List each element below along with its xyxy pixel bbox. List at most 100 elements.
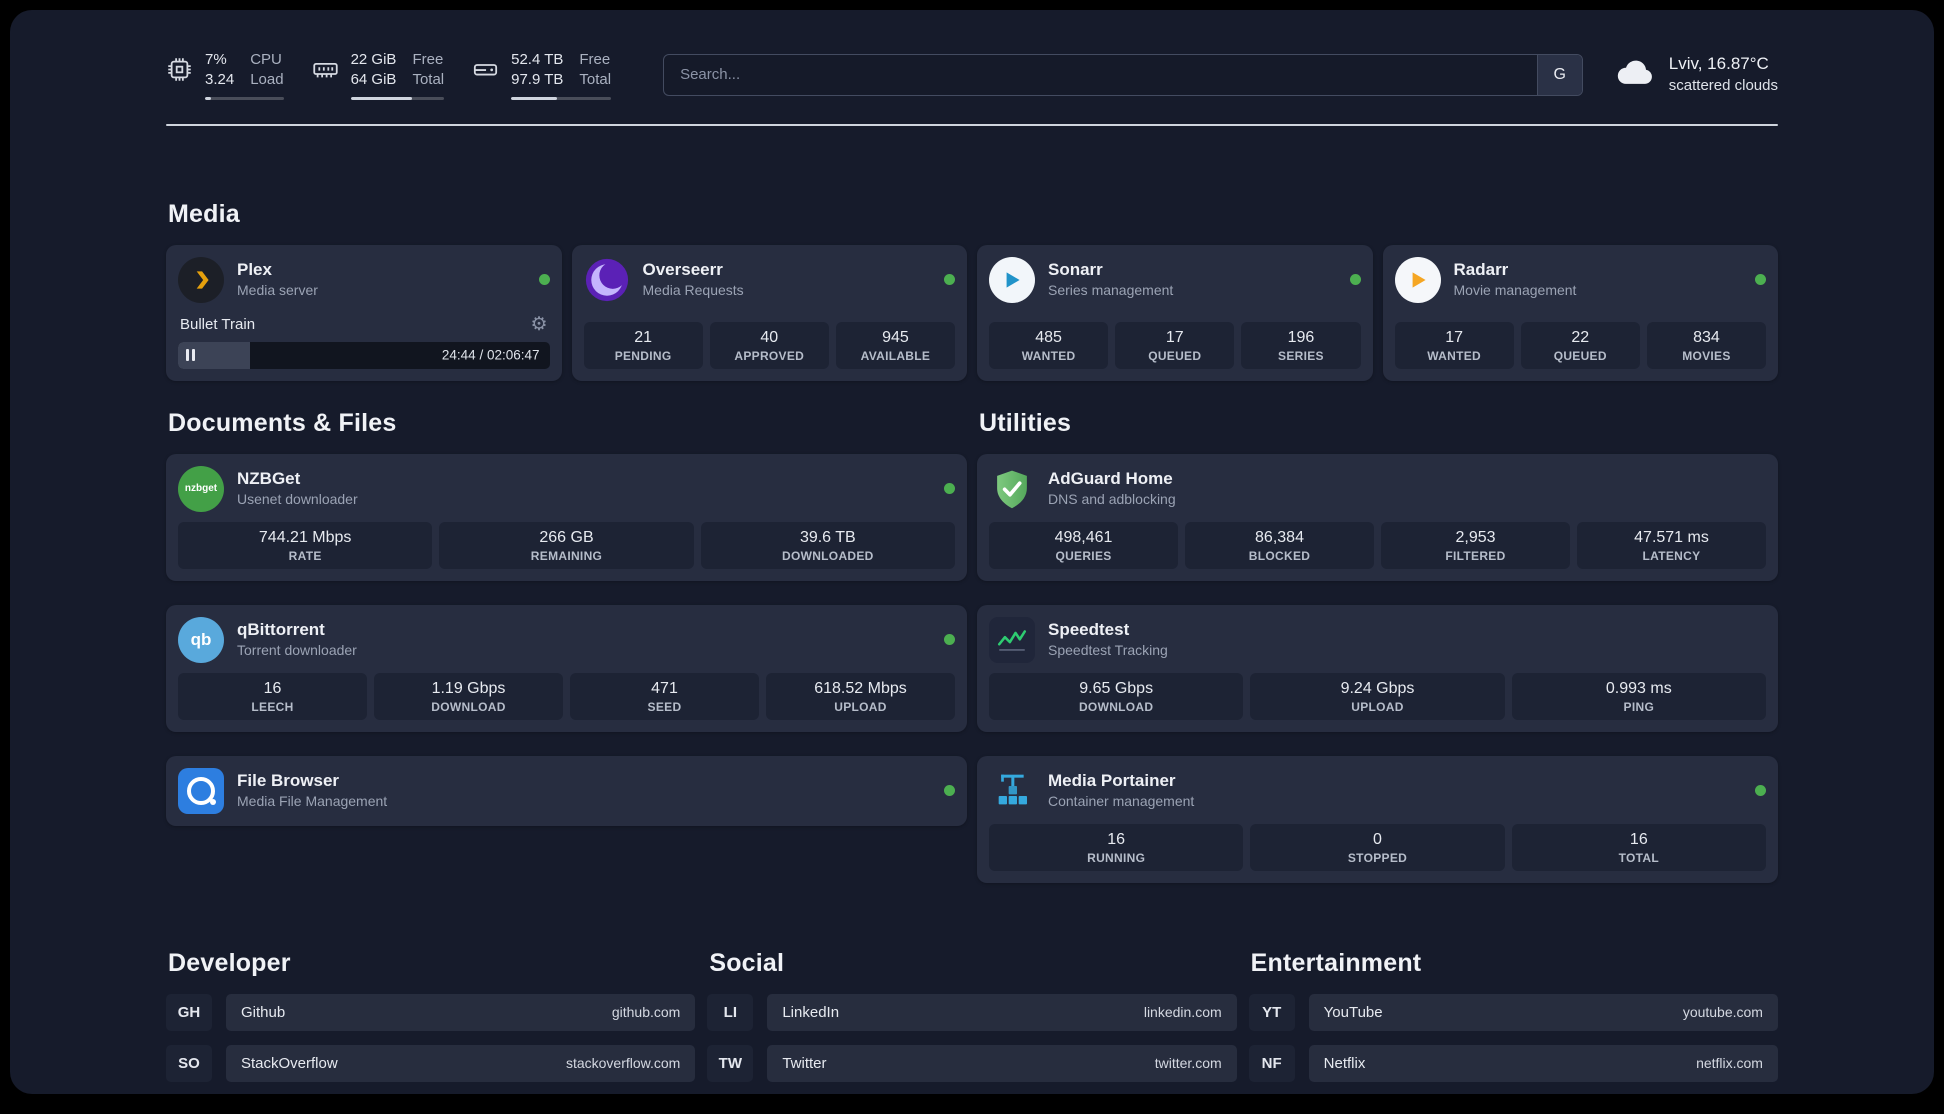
stat-tile: 39.6 TB DOWNLOADED: [700, 521, 955, 569]
filebrowser-icon: [178, 767, 224, 814]
overseerr-icon: [584, 257, 630, 303]
link-stackoverflow[interactable]: StackOverflow stackoverflow.com: [226, 1044, 696, 1082]
app-name: Media Portainer: [1048, 771, 1176, 791]
link-abbr[interactable]: LI: [707, 993, 754, 1031]
cpu-percent: 7%: [205, 51, 227, 68]
cpu-widget: 7% 3.24 CPU Load: [166, 50, 284, 100]
app-card-speedtest[interactable]: Speedtest Speedtest Tracking 9.65 Gbps DO…: [977, 604, 1778, 732]
hard-drive-icon: [472, 56, 499, 83]
stat-tile: 40 APPROVED: [709, 321, 829, 369]
app-desc: Container management: [1048, 793, 1195, 810]
app-desc: Usenet downloader: [237, 491, 358, 508]
search-input[interactable]: [664, 54, 1537, 95]
speedtest-graph-icon: [989, 616, 1035, 663]
link-row-twitter: TW Twitter twitter.com: [707, 1044, 1237, 1082]
section-title-entertainment: Entertainment: [1250, 948, 1422, 977]
plex-icon: [178, 256, 224, 303]
disk-total-value: 97.9 TB: [511, 71, 564, 89]
playback-progress-bar[interactable]: 24:44 / 02:06:47: [178, 341, 550, 369]
app-card-filebrowser[interactable]: File Browser Media File Management: [166, 755, 967, 826]
link-abbr[interactable]: SO: [166, 1044, 212, 1082]
pause-button[interactable]: [186, 349, 195, 361]
section-social: Social LI LinkedIn linkedin.com TW Twitt…: [707, 948, 1237, 1095]
stat-tile: 196 SERIES: [1241, 321, 1361, 369]
app-desc: Media File Management: [237, 793, 388, 810]
stat-tile: 86,384 BLOCKED: [1185, 521, 1374, 569]
app-name: NZBGet: [237, 469, 301, 489]
stat-tile: 16 LEECH: [178, 672, 367, 720]
search-engine-button[interactable]: G: [1536, 54, 1582, 95]
stat-tile: 16 TOTAL: [1511, 823, 1766, 871]
stat-tile: 21 PENDING: [583, 321, 703, 369]
header-divider: [166, 123, 1778, 126]
section-documents: Documents & Files nzbget NZBGet Usenet d…: [166, 409, 967, 883]
gear-icon[interactable]: ⚙: [530, 315, 547, 334]
weather-condition: scattered clouds: [1668, 77, 1778, 95]
section-utilities: Utilities AdGuard Home DNS and adblockin…: [977, 409, 1778, 883]
link-row-youtube: YT YouTube youtube.com: [1248, 993, 1778, 1031]
app-card-qbittorrent[interactable]: qb qBittorrent Torrent downloader 16 LEEC…: [166, 604, 967, 732]
link-row-netflix: NF Netflix netflix.com: [1248, 1044, 1778, 1082]
app-name: Overseerr: [642, 260, 723, 280]
app-card-radarr[interactable]: Radarr Movie management 17 WANTED 22 QUEUE…: [1382, 244, 1778, 381]
link-row-stackoverflow: SO StackOverflow stackoverflow.com: [166, 1044, 696, 1082]
link-abbr[interactable]: TW: [707, 1044, 754, 1082]
app-name: Speedtest: [1048, 620, 1130, 640]
app-card-nzbget[interactable]: nzbget NZBGet Usenet downloader 744.21 M…: [166, 453, 967, 581]
stat-tile: 1.19 Gbps DOWNLOAD: [374, 672, 563, 720]
stat-tile: 0 STOPPED: [1250, 823, 1505, 871]
link-linkedin[interactable]: LinkedIn linkedin.com: [767, 993, 1237, 1031]
cpu-load-value: 3.24: [205, 71, 235, 89]
stat-tile: 47.571 ms LATENCY: [1577, 521, 1766, 569]
nzbget-icon: nzbget: [178, 465, 224, 512]
section-title-media: Media: [168, 199, 240, 228]
link-abbr[interactable]: YT: [1248, 993, 1295, 1031]
stat-tile: 16 RUNNING: [989, 823, 1244, 871]
disk-total-label: Total: [579, 71, 612, 89]
section-title-social: Social: [709, 948, 785, 977]
ram-total-value: 64 GiB: [350, 71, 397, 89]
stat-tile: 17 QUEUED: [1115, 321, 1235, 369]
link-twitter[interactable]: Twitter twitter.com: [767, 1044, 1237, 1082]
app-desc: Media Requests: [642, 282, 744, 299]
now-playing-title: Bullet Train: [180, 315, 256, 333]
app-desc: Movie management: [1453, 282, 1577, 299]
status-indicator: [944, 483, 955, 494]
dashboard-panel: 7% 3.24 CPU Load 22 GiB 64 GiB Free Tota…: [10, 10, 1934, 1094]
status-indicator: [1755, 785, 1766, 796]
app-card-adguard[interactable]: AdGuard Home DNS and adblocking 498,461 Q…: [977, 453, 1778, 581]
stat-tile: 744.21 Mbps RATE: [178, 521, 433, 569]
app-name: File Browser: [237, 771, 340, 791]
cpu-load-label: Load: [250, 71, 284, 89]
ram-usage-bar: [350, 96, 445, 100]
app-card-overseerr[interactable]: Overseerr Media Requests 21 PENDING 40 APP…: [571, 244, 967, 381]
link-abbr[interactable]: GH: [166, 993, 212, 1031]
link-abbr[interactable]: NF: [1248, 1044, 1295, 1082]
app-card-sonarr[interactable]: Sonarr Series management 485 WANTED 17 QUE…: [977, 244, 1373, 381]
link-youtube[interactable]: YouTube youtube.com: [1308, 993, 1778, 1031]
section-developer: Developer GH Github github.com SO StackO…: [166, 948, 696, 1095]
stat-tile: 0.993 ms PING: [1511, 672, 1766, 720]
cpu-usage-bar: [205, 96, 284, 100]
ram-widget: 22 GiB 64 GiB Free Total: [312, 50, 445, 100]
stat-tile: 22 QUEUED: [1520, 321, 1640, 369]
ram-free-label: Free: [412, 51, 444, 68]
app-desc: Torrent downloader: [237, 642, 357, 659]
stat-tile: 9.24 Gbps UPLOAD: [1250, 672, 1505, 720]
app-name: Radarr: [1453, 260, 1509, 280]
disk-widget: 52.4 TB 97.9 TB Free Total: [472, 50, 612, 100]
link-github[interactable]: Github github.com: [226, 993, 696, 1031]
stat-tile: 618.52 Mbps UPLOAD: [766, 672, 955, 720]
portainer-crane-icon: [989, 768, 1035, 814]
link-netflix[interactable]: Netflix netflix.com: [1308, 1044, 1778, 1082]
app-card-plex[interactable]: Plex Media server Bullet Train ⚙ 24:44 /…: [166, 244, 562, 381]
weather-widget: Lviv, 16.87°C scattered clouds: [1613, 50, 1778, 99]
section-title-developer: Developer: [168, 948, 291, 977]
links-area: Developer GH Github github.com SO StackO…: [166, 949, 1778, 1095]
adguard-shield-icon: [989, 466, 1035, 512]
memory-icon: [312, 56, 339, 83]
disk-free-label: Free: [579, 51, 611, 68]
app-card-portainer[interactable]: Media Portainer Container management 16 R…: [977, 755, 1778, 883]
app-name: AdGuard Home: [1048, 469, 1173, 489]
status-indicator: [944, 634, 955, 645]
